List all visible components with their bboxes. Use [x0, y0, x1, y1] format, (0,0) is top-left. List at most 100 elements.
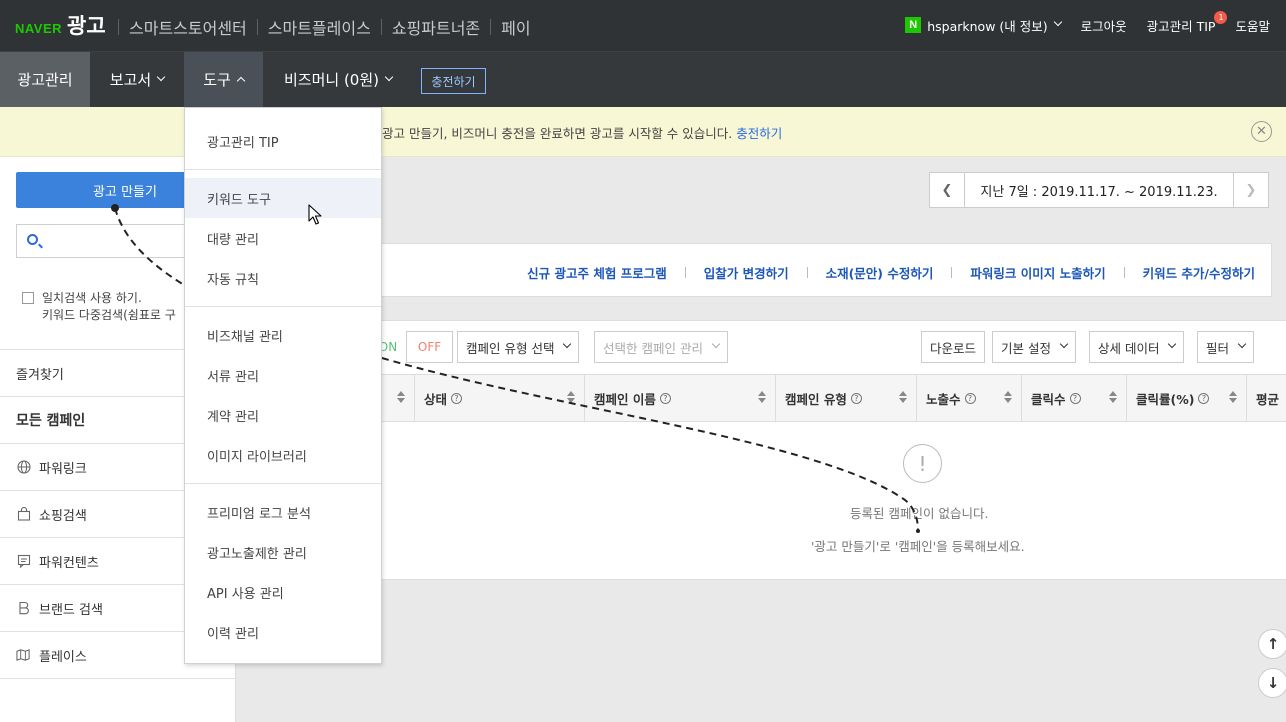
manage-selected-select[interactable]: 선택한 캠페인 관리: [594, 331, 728, 363]
logo-ad: 광고: [67, 14, 106, 38]
menu-item-label: 자동 규칙: [207, 272, 259, 288]
table-body: [236, 422, 1286, 580]
menu-item-history[interactable]: 이력 관리: [185, 612, 381, 652]
nav-ad-management[interactable]: 광고관리: [0, 52, 90, 107]
help-link[interactable]: 도움말: [1235, 16, 1270, 35]
chevron-down-icon: [711, 339, 721, 349]
link-pay[interactable]: 페이: [491, 15, 540, 39]
tip-link[interactable]: 광고관리 TIP 1: [1146, 10, 1228, 35]
select-label: 캠페인 유형 선택: [466, 340, 555, 356]
menu-item-label: 서류 관리: [207, 369, 259, 385]
help-icon[interactable]: ?: [451, 392, 463, 404]
nav-bizmoney[interactable]: 비즈머니 (0원): [263, 52, 413, 107]
close-icon[interactable]: ✕: [1251, 121, 1272, 142]
sort-icon[interactable]: [899, 391, 907, 404]
button-label: 다운로드: [930, 340, 977, 356]
search-icon: [27, 234, 38, 245]
menu-item-auto-rules[interactable]: 자동 규칙: [185, 258, 381, 298]
divider: [185, 483, 381, 484]
scroll-up-icon[interactable]: ↑: [1258, 629, 1286, 659]
link-smartstore[interactable]: 스마트스토어센터: [119, 15, 257, 39]
logout-link[interactable]: 로그아웃: [1081, 16, 1127, 35]
user-name: hsparknow (내 정보): [927, 18, 1048, 34]
sort-icon[interactable]: [1004, 391, 1012, 404]
sort-icon[interactable]: [758, 391, 766, 404]
sort-icon[interactable]: [1109, 391, 1117, 404]
column-header-average[interactable]: 평균: [1246, 374, 1286, 422]
link-shopping-partner[interactable]: 쇼핑파트너존: [382, 15, 490, 39]
menu-item-bulk-management[interactable]: 대량 관리: [185, 218, 381, 258]
nav-label: 도구: [203, 71, 231, 89]
filter-select[interactable]: 필터: [1197, 331, 1255, 363]
sort-icon[interactable]: [567, 391, 575, 404]
column-header-clicks[interactable]: 클릭수?: [1021, 374, 1127, 422]
naver-ad-logo[interactable]: NAVER 광고: [15, 10, 106, 40]
menu-item-documents[interactable]: 서류 관리: [185, 355, 381, 395]
sidebar-item-label: 모든 캠페인: [16, 413, 86, 429]
user-menu[interactable]: N hsparknow (내 정보): [905, 16, 1062, 35]
help-icon[interactable]: ?: [1069, 392, 1081, 404]
detail-data-select[interactable]: 상세 데이터: [1089, 331, 1185, 363]
menu-item-label: 대량 관리: [207, 232, 259, 248]
nav-reports[interactable]: 보고서: [90, 52, 184, 107]
scroll-down-icon[interactable]: ↓: [1258, 668, 1286, 698]
column-header-type[interactable]: 캠페인 유형?: [775, 374, 917, 422]
tip-label: 광고관리 TIP: [1146, 18, 1216, 34]
sidebar-item-label: 쇼핑검색: [39, 508, 87, 524]
campaign-type-select[interactable]: 캠페인 유형 선택: [457, 331, 580, 363]
help-icon[interactable]: ?: [964, 392, 976, 404]
link-trial-program[interactable]: 신규 광고주 체험 프로그램: [527, 263, 667, 282]
column-label: 캠페인 이름: [594, 391, 656, 407]
menu-item-api[interactable]: API 사용 관리: [185, 572, 381, 612]
notice-charge-link[interactable]: 충전하기: [736, 126, 782, 141]
help-icon[interactable]: ?: [1198, 392, 1210, 404]
column-label: 클릭률(%): [1136, 391, 1195, 407]
chevron-right-icon[interactable]: ❯: [1233, 173, 1268, 207]
link-add-keywords[interactable]: 키워드 추가/수정하기: [1143, 263, 1255, 282]
help-icon[interactable]: ?: [659, 392, 671, 404]
sort-icon[interactable]: [397, 391, 405, 404]
service-links: 스마트스토어센터 스마트플레이스 쇼핑파트너존 페이: [118, 15, 541, 39]
exclamation-icon: !: [903, 444, 942, 483]
chevron-left-icon[interactable]: ❮: [930, 173, 965, 207]
default-settings-select[interactable]: 기본 설정: [992, 331, 1076, 363]
menu-item-image-library[interactable]: 이미지 라이브러리: [185, 435, 381, 475]
date-range-picker[interactable]: ❮ 지난 7일 : 2019.11.17. ~ 2019.11.23. ❯: [929, 172, 1269, 208]
sidebar-item-label: 브랜드 검색: [39, 602, 103, 618]
menu-item-keyword-tool[interactable]: 키워드 도구: [185, 178, 381, 218]
menu-item-ad-exposure-limit[interactable]: 광고노출제한 관리: [185, 532, 381, 572]
column-header-name[interactable]: 캠페인 이름?: [584, 374, 776, 422]
empty-hint: '광고 만들기'로 '캠페인'을 등록해보세요.: [811, 539, 1025, 554]
menu-item-contracts[interactable]: 계약 관리: [185, 395, 381, 435]
menu-item-label: 광고노출제한 관리: [207, 546, 307, 562]
link-edit-ad-copy[interactable]: 소재(문안) 수정하기: [826, 263, 934, 282]
menu-item-bizchannel[interactable]: 비즈채널 관리: [185, 315, 381, 355]
account-links: N hsparknow (내 정보) 로그아웃 광고관리 TIP 1 도움말: [905, 10, 1286, 35]
column-header-checkbox[interactable]: [382, 374, 415, 422]
menu-item-label: 광고관리 TIP: [207, 135, 279, 151]
column-header-ctr[interactable]: 클릭률(%)?: [1126, 374, 1247, 422]
exact-match-label: 일치검색 사용 하기. 키워드 다중검색(쉼표로 구: [42, 290, 176, 324]
sort-icon[interactable]: [1229, 391, 1237, 404]
exact-match-checkbox[interactable]: [22, 292, 34, 304]
charge-button[interactable]: 충전하기: [421, 68, 486, 94]
download-button[interactable]: 다운로드: [921, 331, 986, 363]
date-range-label: 지난 7일 : 2019.11.17. ~ 2019.11.23.: [980, 184, 1218, 200]
chevron-down-icon: [1237, 339, 1247, 349]
menu-item-ad-tip[interactable]: 광고관리 TIP: [185, 121, 381, 161]
menu-item-premium-log[interactable]: 프리미엄 로그 분석: [185, 492, 381, 532]
link-smartplace[interactable]: 스마트플레이스: [258, 15, 381, 39]
nav-label: 광고관리: [17, 71, 73, 89]
off-button[interactable]: OFF: [406, 331, 453, 363]
nav-tools[interactable]: 도구: [184, 52, 263, 107]
chevron-down-icon: [1059, 339, 1069, 349]
menu-item-label: API 사용 관리: [207, 586, 284, 602]
column-header-impressions[interactable]: 노출수?: [916, 374, 1022, 422]
link-change-bid[interactable]: 입찰가 변경하기: [704, 263, 789, 282]
column-header-status[interactable]: 상태?: [414, 374, 585, 422]
select-label: 상세 데이터: [1098, 340, 1160, 356]
menu-item-label: 이력 관리: [207, 626, 259, 642]
link-powerlink-image[interactable]: 파워링크 이미지 노출하기: [970, 263, 1105, 282]
help-icon[interactable]: ?: [850, 392, 862, 404]
sidebar-item-label: 플레이스: [39, 649, 87, 665]
